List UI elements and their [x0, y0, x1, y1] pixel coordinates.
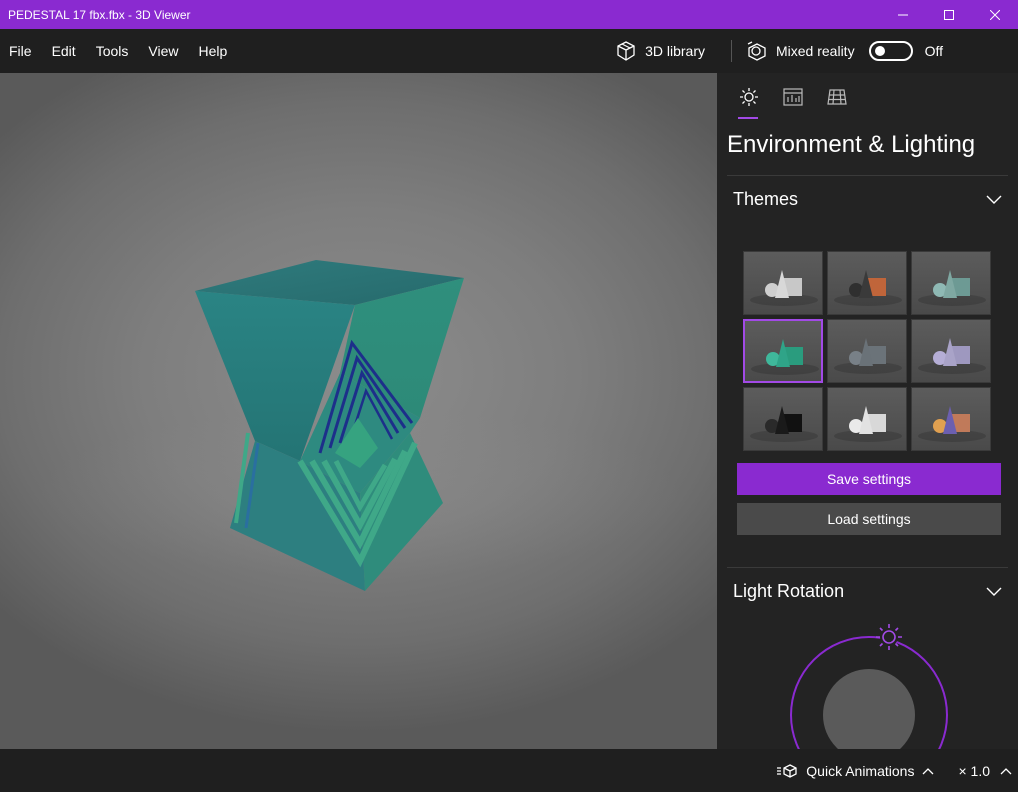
menu-file[interactable]: File — [0, 29, 42, 73]
theme-light-gray-theme[interactable] — [743, 251, 823, 315]
theme-teal-theme[interactable] — [743, 319, 823, 383]
theme-teal-gray-theme[interactable] — [911, 251, 991, 315]
theme-white-theme[interactable] — [827, 387, 907, 451]
menu-separator — [730, 40, 732, 62]
animation-speed-button[interactable]: × 1.0 — [958, 763, 1012, 779]
themes-label: Themes — [733, 189, 799, 209]
light-rotation-dial[interactable] — [717, 615, 1018, 749]
menu-help[interactable]: Help — [188, 29, 237, 73]
close-icon — [990, 9, 1000, 20]
title-bar: PEDESTAL 17 fbx.fbx - 3D Viewer — [0, 0, 1018, 29]
panel-tabs — [717, 73, 1018, 121]
minimize-button[interactable] — [880, 0, 926, 29]
theme-black-theme[interactable] — [743, 387, 823, 451]
mixed-reality-state: Off — [924, 43, 943, 59]
mixed-reality-icon — [746, 40, 768, 62]
3d-library-label: 3D library — [645, 43, 705, 59]
menu-bar: File Edit Tools View Help 3D library Mix… — [0, 29, 1018, 73]
toggle-knob — [874, 46, 885, 56]
load-settings-button[interactable]: Load settings — [737, 503, 1001, 535]
speed-label: × 1.0 — [958, 762, 990, 779]
mixed-reality-toggle[interactable] — [868, 41, 913, 61]
chevron-down-icon — [986, 195, 1002, 204]
pedestal-model[interactable] — [0, 73, 717, 749]
quick-animations-label: Quick Animations — [806, 762, 915, 779]
animation-icon — [777, 763, 797, 778]
status-bar: Quick Animations × 1.0 — [0, 749, 1018, 792]
theme-slate-theme[interactable] — [827, 319, 907, 383]
3d-library-button[interactable]: 3D library — [615, 29, 705, 73]
window-title: PEDESTAL 17 fbx.fbx - 3D Viewer — [8, 7, 191, 22]
mixed-reality-label: Mixed reality — [775, 43, 855, 59]
light-sun-handle-icon — [876, 624, 902, 650]
maximize-icon — [944, 9, 954, 20]
tab-stats[interactable] — [771, 73, 815, 121]
tab-environment[interactable] — [727, 73, 771, 121]
menu-edit[interactable]: Edit — [42, 29, 86, 73]
minimize-icon — [898, 14, 908, 15]
theme-dark-orange-theme[interactable] — [827, 251, 907, 315]
chevron-up-icon — [923, 767, 934, 774]
side-panel: Environment & Lighting Themes Save setti… — [717, 73, 1018, 749]
maximize-button[interactable] — [926, 0, 972, 29]
grid-icon — [827, 89, 847, 105]
cube-icon — [615, 40, 637, 62]
menu-tools[interactable]: Tools — [86, 29, 139, 73]
3d-viewport[interactable] — [0, 73, 717, 749]
light-rotation-sphere — [823, 669, 915, 749]
light-rotation-label: Light Rotation — [733, 581, 845, 601]
sun-icon — [740, 88, 758, 106]
theme-lavender-theme[interactable] — [911, 319, 991, 383]
chevron-down-icon — [986, 587, 1002, 596]
themes-grid — [743, 251, 1018, 451]
quick-animations-button[interactable]: Quick Animations — [776, 763, 934, 779]
menu-view[interactable]: View — [138, 29, 188, 73]
panel-title: Environment & Lighting — [727, 131, 976, 158]
close-button[interactable] — [972, 0, 1018, 29]
save-settings-button[interactable]: Save settings — [737, 463, 1001, 495]
light-rotation-section-header[interactable]: Light Rotation — [727, 567, 1008, 615]
chevron-up-icon — [1000, 767, 1012, 774]
tab-mesh[interactable] — [815, 73, 859, 121]
theme-sunset-theme[interactable] — [911, 387, 991, 451]
stats-icon — [783, 88, 803, 106]
themes-section-header[interactable]: Themes — [727, 175, 1008, 223]
mixed-reality-button[interactable]: Mixed reality — [746, 29, 855, 73]
